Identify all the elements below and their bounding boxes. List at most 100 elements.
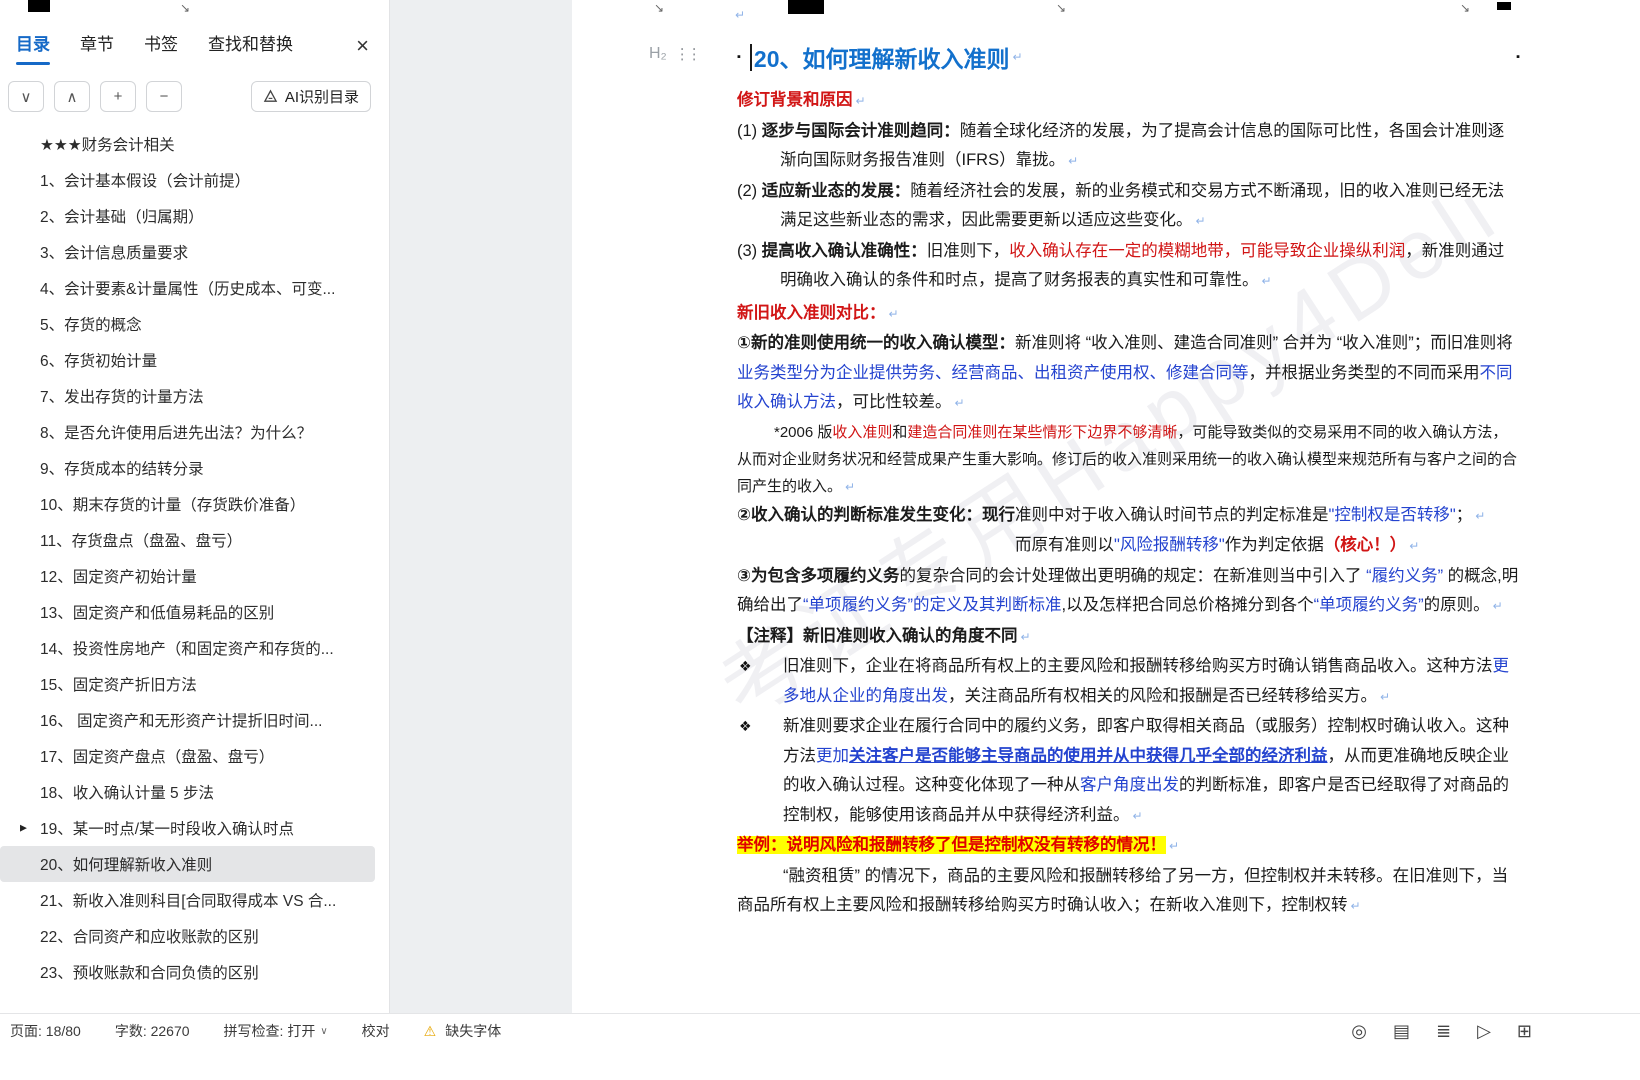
ai-recognize-icon — [263, 89, 278, 102]
chevron-down-icon: ∨ — [320, 1025, 328, 1037]
toc-item[interactable]: 22、合同资产和应收账款的区别 — [0, 918, 375, 954]
text-run: ②收入确认的判断标准发生变化： — [737, 505, 982, 524]
play-presentation-icon[interactable]: ▷ — [1477, 1021, 1491, 1042]
toc-item[interactable]: 3、会计信息质量要求 — [0, 234, 375, 270]
document-page[interactable]: 考证专用Happy4Deli ↵ H₂ ⋮⋮ ▪ 20、如何理解新收入准则 ↵ … — [572, 0, 1640, 1013]
doc-paragraph: 【注释】新旧准则收入确认的角度不同 ↵ — [737, 622, 1520, 653]
tab-toc[interactable]: 目录 — [16, 30, 50, 65]
paragraph-mark-icon: ↵ — [1261, 274, 1272, 288]
toc-item[interactable]: ▶ 19、某一时点/某一时段收入确认时点 — [0, 810, 375, 846]
proofread-button[interactable]: 校对 — [362, 1021, 390, 1041]
page-indicator[interactable]: 页面: 18/80 — [10, 1021, 81, 1041]
add-level-button[interactable]: + — [100, 81, 136, 112]
toc-item-label: 8、是否允许使用后进先出法？为什么？ — [40, 425, 313, 442]
tab-chapters[interactable]: 章节 — [80, 30, 114, 65]
text-run: 建造合同准则在某些情形下边界不够清晰 — [907, 423, 1178, 441]
toc-item[interactable]: 21、新收入准则科目[合同取得成本 VS 合... — [0, 882, 375, 918]
toc-item-label: 13、固定资产和低值易耗品的区别 — [40, 605, 275, 622]
toc-item-label: ★★★财务会计相关 — [40, 137, 175, 154]
close-icon[interactable]: × — [356, 35, 369, 65]
statusbar-icons: ◎ ▤ ≣ ▷ ⊞ — [1351, 1021, 1622, 1042]
toc-item[interactable]: 5、存货的概念 — [0, 306, 375, 342]
doc-paragraph: (3) 提高收入确认准确性：旧准则下，收入确认存在一定的模糊地带，可能导致企业操… — [737, 237, 1520, 297]
doc-paragraph: *2006 版收入准则和建造合同准则在某些情形下边界不够清晰，可能导致类似的交易… — [737, 419, 1520, 501]
chevron-up-icon: ∧ — [66, 88, 78, 106]
word-count[interactable]: 字数: 22670 — [115, 1021, 190, 1041]
text-run: 新旧收入准则对比： — [737, 303, 886, 322]
outline-list-icon[interactable]: ≣ — [1436, 1021, 1451, 1042]
text-run: 新准则将 “收入准则、建造合同准则” 合并为 “收入准则”；而旧准则将 — [1014, 334, 1513, 352]
paragraph-mark-icon: ↵ — [845, 479, 856, 494]
toc-item-label: 14、投资性房地产（和固定资产和存货的... — [40, 641, 334, 658]
text-run: 客户角度出发 — [1080, 776, 1179, 794]
toc-item-label: 23、预收账款和合同负债的区别 — [40, 965, 259, 982]
toc-item[interactable]: 12、固定资产初始计量 — [0, 558, 375, 594]
text-run: ①新的准则使用统一的收入确认模型： — [737, 334, 1015, 352]
toc-item[interactable]: 23、预收账款和合同负债的区别 — [0, 954, 375, 990]
toc-item[interactable]: 16、 固定资产和无形资产计提折旧时间... — [0, 702, 375, 738]
collapse-all-button[interactable]: ∨ — [8, 81, 44, 112]
paragraph-mark-icon: ↵ — [1012, 50, 1023, 64]
doc-body: 修订背景和原因 ↵ (1) 逐步与国际会计准则趋同：随着全球化经济的发展，为了提高会… — [737, 86, 1520, 922]
toc-item[interactable]: 15、固定资产折旧方法 — [0, 666, 375, 702]
window-fragment — [28, 0, 50, 12]
toc-item-label: 5、存货的概念 — [40, 317, 142, 334]
toc-item[interactable]: 1、会计基本假设（会计前提） — [0, 162, 375, 198]
remove-level-button[interactable]: − — [146, 81, 182, 112]
text-run: 举例：说明风险和报酬转移了但是控制权没有转移的情况！ — [737, 836, 1166, 854]
toc-item[interactable]: 11、存货盘点（盘盈、盘亏） — [0, 522, 375, 558]
text-run: 修订背景和原因 — [737, 91, 853, 109]
expand-all-button[interactable]: ∧ — [54, 81, 90, 112]
toc-item-label: 16、 固定资产和无形资产计提折旧时间... — [40, 713, 323, 730]
toc-item-label: 19、某一时点/某一时段收入确认时点 — [40, 821, 295, 838]
text-run: ，关注商品所有权相关的风险和报酬是否已经转移给买方。 — [948, 686, 1377, 705]
text-run: (1) — [737, 121, 762, 140]
toc-item-label: 21、新收入准则科目[合同取得成本 VS 合... — [40, 893, 337, 910]
paragraph-mark-icon: ↵ — [1132, 808, 1143, 823]
document-icon[interactable]: ▤ — [1393, 1021, 1410, 1042]
drag-handle-icon[interactable]: ⋮⋮ — [675, 45, 702, 63]
tab-find-replace[interactable]: 查找和替换 — [208, 30, 293, 65]
toc-item[interactable]: 17、固定资产盘点（盘盈、盘亏） — [0, 738, 375, 774]
resize-icon: ↘ — [180, 1, 191, 15]
text-run: 逐步与国际会计准则趋同： — [761, 121, 960, 140]
toc-item-label: 22、合同资产和应收账款的区别 — [40, 929, 259, 946]
heading-gutter: H₂ ⋮⋮ — [649, 45, 702, 63]
doc-paragraph: (1) 逐步与国际会计准则趋同：随着全球化经济的发展，为了提高会计信息的国际可比… — [737, 117, 1520, 177]
doc-paragraph: 举例：说明风险和报酬转移了但是控制权没有转移的情况！ ↵ — [737, 831, 1520, 862]
spellcheck-status[interactable]: 拼写检查: 打开 ∨ — [224, 1021, 328, 1041]
paragraph-mark-icon: ↵ — [1195, 214, 1206, 228]
text-run: “单项履约义务” — [1313, 596, 1424, 614]
toc-item[interactable]: 2、会计基础（归属期） — [0, 198, 375, 234]
toc-item[interactable]: 6、存货初始计量 — [0, 342, 375, 378]
toc-item-label: 10、期末存货的计量（存货跌价准备） — [40, 497, 306, 514]
toc-item[interactable]: 20、如何理解新收入准则 — [0, 846, 375, 882]
grid-view-icon[interactable]: ⊞ — [1517, 1021, 1532, 1042]
text-run: 而原有准则以 — [1015, 536, 1114, 554]
toc-item[interactable]: 18、收入确认计量 5 步法 — [0, 774, 375, 810]
toc-item[interactable]: 4、会计要素&计量属性（历史成本、可变... — [0, 270, 375, 306]
toc-item[interactable]: ★★★财务会计相关 — [0, 126, 375, 162]
text-run: ③为包含多项履约义务 — [737, 566, 900, 585]
text-run: ； — [1455, 505, 1473, 524]
toc-item[interactable]: 9、存货成本的结转分录 — [0, 450, 375, 486]
doc-paragraph: 修订背景和原因 ↵ — [737, 86, 1520, 117]
tab-bookmarks[interactable]: 书签 — [144, 30, 178, 65]
toc-item-label: 18、收入确认计量 5 步法 — [40, 785, 214, 802]
doc-paragraph: ❖ 新准则要求企业在履行合同中的履约义务，即客户取得相关商品（或服务）控制权时确认… — [737, 712, 1520, 831]
text-run: (3) — [737, 241, 762, 260]
toc-item[interactable]: 13、固定资产和低值易耗品的区别 — [0, 594, 375, 630]
paragraph-mark-icon: ↵ — [888, 306, 899, 321]
expand-arrow-icon[interactable]: ▶ — [20, 823, 27, 834]
window-fragment — [788, 0, 824, 14]
sidebar-tabs: 目录 章节 书签 查找和替换 × — [0, 0, 389, 65]
chevron-down-icon: ∨ — [20, 88, 32, 106]
eye-icon[interactable]: ◎ — [1351, 1021, 1367, 1042]
missing-font-warning[interactable]: ⚠ 缺失字体 — [424, 1021, 502, 1041]
toc-item[interactable]: 7、发出存货的计量方法 — [0, 378, 375, 414]
text-run: ,以及怎样把合同总价格摊分到各个 — [1061, 596, 1314, 614]
toc-item[interactable]: 10、期末存货的计量（存货跌价准备） — [0, 486, 375, 522]
toc-item[interactable]: 8、是否允许使用后进先出法？为什么？ — [0, 414, 375, 450]
toc-item[interactable]: 14、投资性房地产（和固定资产和存货的... — [0, 630, 375, 666]
ai-recognize-button[interactable]: AI识别目录 — [250, 81, 371, 112]
